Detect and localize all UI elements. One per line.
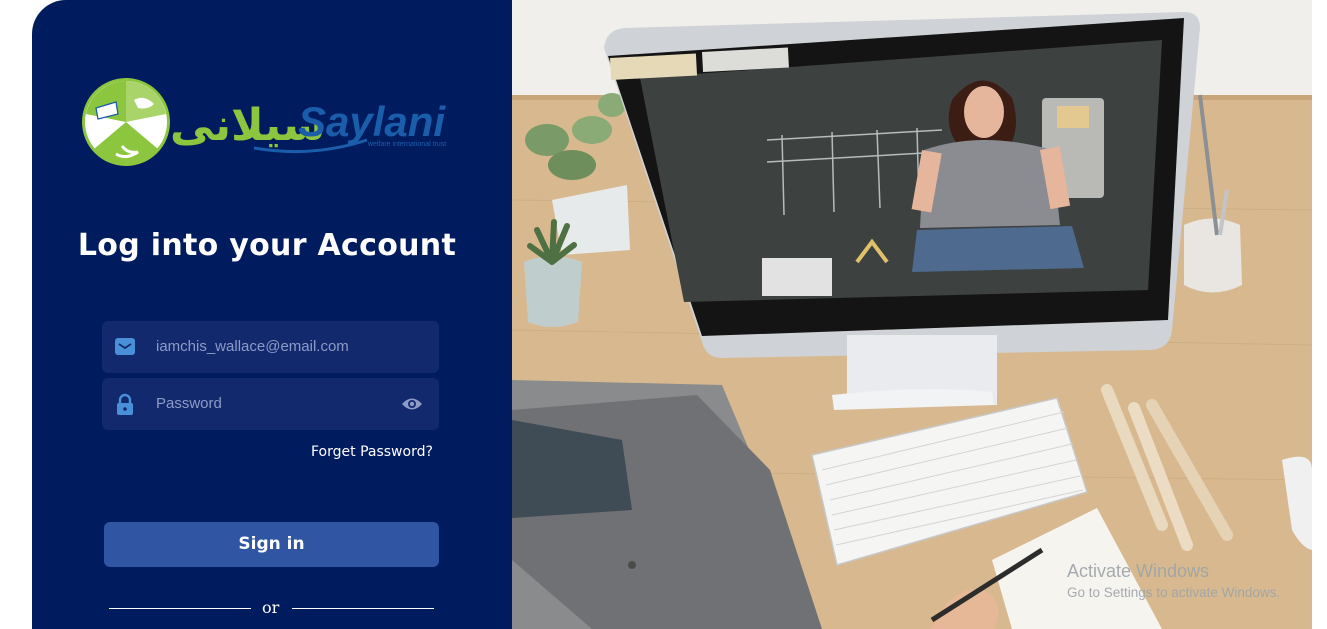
email-value: iamchis_wallace@email.com [156, 338, 349, 355]
lock-icon [117, 393, 133, 415]
eye-icon[interactable] [401, 395, 423, 413]
logo-emblem-icon [82, 78, 170, 166]
login-panel: سيلانى Saylani welfare international tru… [32, 0, 512, 629]
password-field[interactable]: Password [102, 378, 439, 430]
activate-windows-watermark: Activate Windows Go to Settings to activ… [1067, 561, 1280, 600]
saylani-logo: سيلانى Saylani welfare international tru… [82, 78, 446, 166]
email-field[interactable]: iamchis_wallace@email.com [102, 321, 439, 373]
hero-photo [512, 0, 1312, 629]
forget-password-link[interactable]: Forget Password? [311, 444, 433, 460]
watermark-title: Activate Windows [1067, 561, 1210, 581]
divider-left [109, 608, 251, 609]
sign-in-button[interactable]: Sign in [104, 522, 439, 567]
envelope-icon [115, 338, 135, 355]
password-placeholder: Password [156, 395, 222, 412]
logo-latin-text: Saylani [298, 98, 446, 145]
watermark-subtitle: Go to Settings to activate Windows. [1067, 585, 1281, 600]
or-divider-label: or [262, 598, 280, 617]
page-title: Log into your Account [77, 228, 457, 263]
logo-tagline: welfare international trust [367, 141, 446, 148]
divider-right [292, 608, 434, 609]
